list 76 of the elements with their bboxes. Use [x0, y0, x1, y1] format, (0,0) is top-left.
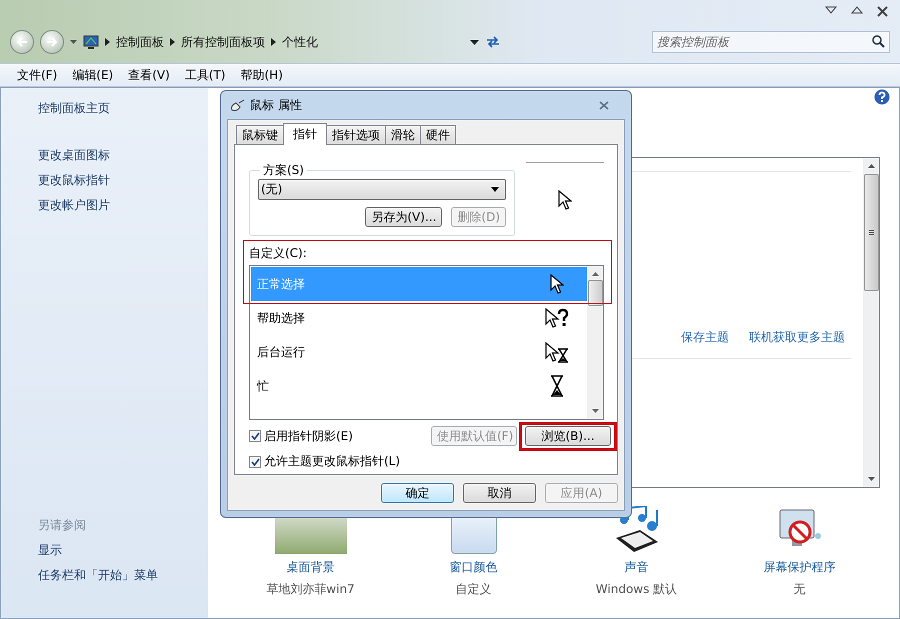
- working-cursor-icon: [545, 342, 569, 362]
- help-icon[interactable]: [874, 89, 890, 105]
- minimize-icon[interactable]: [825, 6, 837, 14]
- forward-arrow-icon: [46, 37, 58, 47]
- scroll-up-icon[interactable]: [592, 272, 598, 276]
- scheme-dropdown[interactable]: (无): [258, 179, 506, 200]
- tab[interactable]: 滑轮: [385, 125, 421, 144]
- theme-item-link[interactable]: 窗口颜色: [450, 559, 498, 576]
- grip-icon: [868, 230, 874, 235]
- breadcrumb[interactable]: 所有控制面板项: [181, 34, 265, 50]
- dropdown-icon[interactable]: [470, 40, 478, 44]
- chevron-icon: [170, 38, 175, 46]
- section-heading: 另请参阅: [38, 517, 87, 534]
- tab[interactable]: 指针选项: [326, 125, 386, 144]
- scroll-down-icon[interactable]: [868, 477, 874, 481]
- help-cursor-icon: [545, 308, 569, 328]
- tab[interactable]: 硬件: [420, 125, 456, 144]
- monitor-icon: [83, 35, 99, 49]
- theme-item-link[interactable]: 声音: [624, 559, 648, 576]
- scrollbar[interactable]: [863, 158, 879, 487]
- menu-item[interactable]: 查看(V): [121, 64, 178, 86]
- menu-item[interactable]: 编辑(E): [65, 64, 122, 86]
- list-item[interactable]: 帮助选择: [251, 301, 587, 335]
- dropdown-icon: [491, 187, 499, 192]
- arrow-cursor-icon: [558, 190, 572, 211]
- back-arrow-icon: [16, 37, 28, 47]
- theme-item-value: 草地刘亦菲win7: [266, 581, 355, 598]
- theme-item-value: Windows 默认: [596, 581, 678, 598]
- tab[interactable]: 鼠标键: [236, 125, 284, 144]
- sidebar-link[interactable]: 控制面板主页: [38, 100, 208, 117]
- arrow-cursor-icon: [550, 274, 564, 294]
- breadcrumb[interactable]: 控制面板: [116, 34, 164, 50]
- sidebar-link[interactable]: 任务栏和「开始」菜单: [38, 567, 208, 584]
- close-icon[interactable]: [877, 6, 888, 17]
- list-item[interactable]: 后台运行: [251, 335, 587, 369]
- menu-item[interactable]: 工具(T): [178, 64, 234, 86]
- theme-link[interactable]: 联机获取更多主题: [749, 329, 845, 346]
- search-icon[interactable]: [872, 35, 885, 48]
- list-label: 自定义(C):: [249, 246, 307, 260]
- chevron-icon: [105, 38, 110, 46]
- list-item[interactable]: 忙: [251, 369, 587, 403]
- mouse-icon: [230, 98, 245, 112]
- sidebar-link[interactable]: 显示: [38, 542, 208, 559]
- checkbox-box[interactable]: [249, 430, 261, 442]
- close-icon[interactable]: [599, 100, 609, 110]
- dialog-button[interactable]: 确定: [381, 483, 454, 503]
- breadcrumb[interactable]: 个性化: [282, 34, 318, 50]
- sidebar-link[interactable]: 更改鼠标指针: [38, 172, 208, 189]
- search-field[interactable]: 搜索控制面板: [652, 31, 890, 53]
- sidebar-link[interactable]: 更改帐户图片: [38, 197, 208, 214]
- menu-item[interactable]: 帮助(H): [234, 64, 291, 86]
- forward-button[interactable]: [40, 30, 64, 54]
- cursor-list[interactable]: 正常选择 帮助选择 后台运行 忙: [249, 265, 604, 420]
- scroll-thumb[interactable]: [588, 280, 602, 306]
- scroll-down-icon[interactable]: [592, 409, 598, 413]
- scrollbar[interactable]: [587, 266, 603, 419]
- back-button[interactable]: [10, 30, 34, 54]
- group-label: 方案(S): [262, 162, 305, 179]
- theme-item-link[interactable]: 屏幕保护程序: [764, 559, 836, 576]
- dialog-button[interactable]: 浏览(B)...: [525, 426, 611, 446]
- hourglass-icon: [550, 375, 564, 397]
- dialog-title: 鼠标 属性: [250, 96, 302, 114]
- theme-item-value: 无: [794, 581, 806, 598]
- refresh-icon[interactable]: [484, 35, 500, 49]
- checkbox-box[interactable]: [249, 456, 261, 468]
- dialog-button[interactable]: 另存为(V)...: [365, 207, 442, 227]
- chevron-icon: [271, 38, 276, 46]
- scroll-up-icon[interactable]: [868, 164, 874, 168]
- sidebar-link[interactable]: 更改桌面图标: [38, 147, 208, 164]
- dialog-button[interactable]: 取消: [463, 483, 536, 503]
- theme-item-value: 自定义: [456, 581, 492, 598]
- maximize-icon[interactable]: [851, 6, 863, 14]
- tab[interactable]: 指针: [283, 123, 327, 145]
- theme-link[interactable]: 保存主题: [681, 329, 729, 346]
- theme-item-link[interactable]: 桌面背景: [286, 559, 334, 576]
- menu-item[interactable]: 文件(F): [10, 64, 66, 86]
